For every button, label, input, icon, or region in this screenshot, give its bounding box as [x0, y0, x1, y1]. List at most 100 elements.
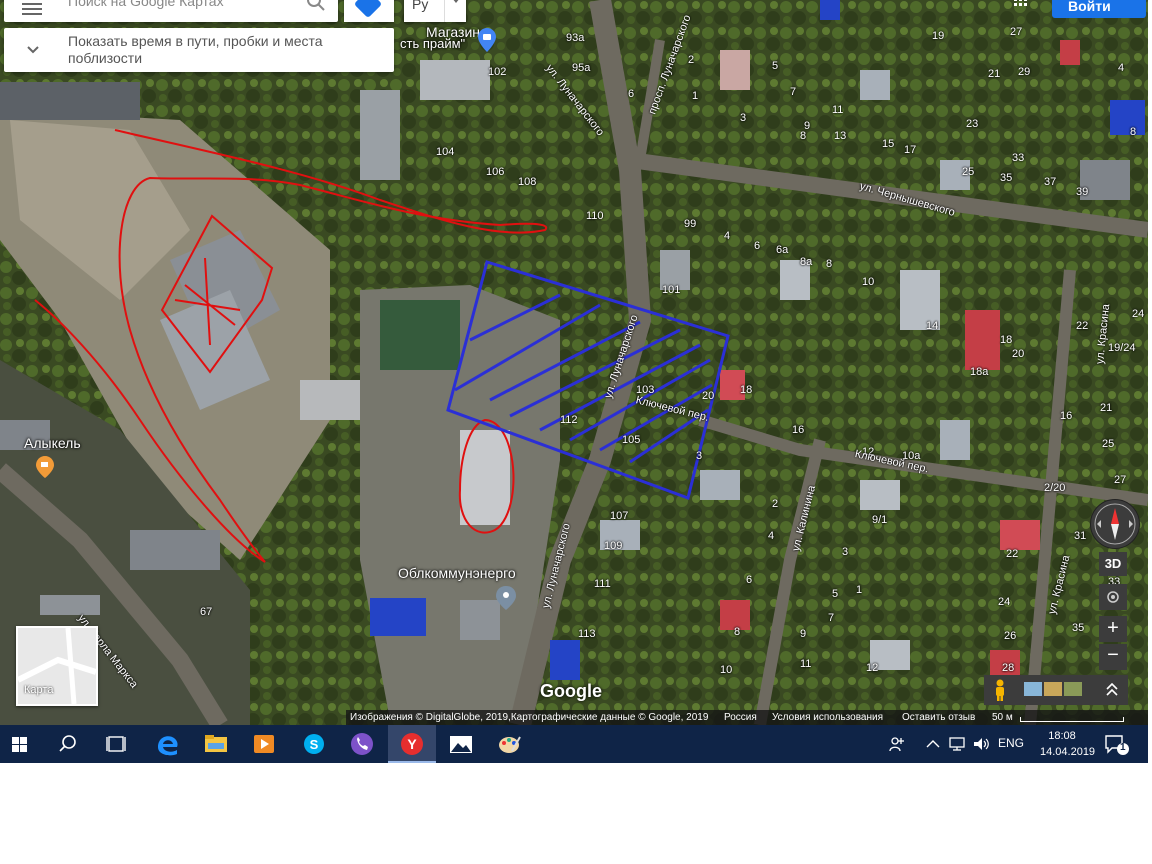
house-number: 24 — [1132, 308, 1145, 320]
zoom-in-button[interactable]: + — [1099, 616, 1127, 642]
taskbar-viber[interactable] — [340, 725, 384, 763]
house-number: 16 — [792, 424, 805, 436]
house-number: 4 — [724, 230, 731, 242]
house-number: 1 — [856, 584, 863, 596]
house-number: 9 — [804, 120, 811, 132]
zoom-out-button[interactable]: − — [1099, 644, 1127, 670]
my-location-button[interactable] — [1099, 584, 1127, 610]
house-number: 9/1 — [872, 514, 888, 526]
house-number: 102 — [488, 66, 507, 78]
house-number: 18 — [1000, 334, 1013, 346]
pegman-icon[interactable] — [990, 679, 1010, 701]
poi-oblkommunenergo[interactable]: Облкоммунэнерго — [398, 565, 516, 581]
taskbar-yandex-browser[interactable]: Y — [388, 725, 436, 763]
house-number: 7 — [828, 612, 835, 624]
house-number: 25 — [1102, 438, 1115, 450]
directions-button[interactable] — [344, 0, 394, 22]
country-link[interactable]: Россия — [724, 712, 757, 723]
search-box[interactable]: Поиск на Google Картах — [4, 0, 338, 22]
folder-icon — [205, 735, 227, 752]
taskbar-skype[interactable]: S — [292, 725, 336, 763]
clock[interactable]: 18:08 14.04.2019 — [1040, 728, 1095, 760]
house-number: 31 — [1074, 530, 1087, 542]
map-type-toggle[interactable]: Карта — [16, 626, 98, 706]
house-number: 101 — [662, 284, 681, 296]
house-number: 9 — [800, 628, 807, 640]
poi-alykel[interactable]: Алыкель — [24, 435, 81, 451]
house-number: 113 — [578, 628, 596, 640]
house-number: 20 — [1012, 348, 1025, 360]
taskbar-explorer[interactable] — [194, 725, 238, 763]
scale-label[interactable]: 50 м — [992, 712, 1013, 723]
house-number: 19 — [932, 30, 945, 42]
start-button[interactable] — [0, 725, 40, 763]
house-number: 24 — [998, 596, 1011, 608]
menu-icon[interactable] — [22, 0, 42, 18]
house-number: 110 — [586, 210, 604, 222]
house-number: 111 — [594, 578, 611, 590]
house-number: 4 — [1118, 62, 1125, 74]
house-number: 8а — [800, 256, 813, 268]
house-number: 26 — [1004, 630, 1017, 642]
office-pin-icon[interactable] — [496, 586, 516, 610]
satellite-map[interactable]: 93а 95а 102 104 106 108 110 6 1 2 3 5 7 8 9 11 13 15 17 19 2… — [0, 0, 1148, 725]
language-select[interactable]: Ру — [404, 0, 466, 22]
house-number: 28 — [1002, 662, 1015, 674]
imagery-bar — [984, 675, 1128, 705]
chevron-down-icon[interactable] — [26, 43, 40, 57]
search-icon — [59, 735, 76, 752]
google-logo: Google — [540, 681, 602, 701]
house-number: 93а — [566, 32, 585, 44]
imagery-thumbnail[interactable] — [1044, 682, 1062, 696]
search-icon[interactable] — [304, 0, 328, 14]
apps-grid-icon[interactable] — [1014, 0, 1028, 12]
taskbar-paint[interactable] — [488, 725, 532, 763]
taskbar-edge[interactable] — [146, 725, 190, 763]
house-number: 2/20 — [1044, 482, 1066, 494]
notification-center-button[interactable]: 1 — [1104, 734, 1130, 761]
edge-icon — [158, 736, 178, 756]
house-number: 27 — [1010, 26, 1023, 38]
search-button[interactable] — [48, 725, 88, 763]
people-icon[interactable] — [888, 735, 906, 753]
taskbar-media-player[interactable] — [242, 725, 286, 763]
house-number: 33 — [1012, 152, 1025, 164]
compass-icon[interactable] — [1090, 499, 1140, 549]
house-number: 109 — [604, 540, 623, 552]
sign-in-button[interactable]: Войти — [1052, 0, 1146, 18]
task-view-button[interactable] — [96, 725, 136, 763]
house-number: 20 — [702, 390, 715, 402]
house-number: 5 — [832, 588, 839, 600]
terms-link[interactable]: Условия использования — [772, 712, 883, 723]
house-number: 1 — [692, 90, 699, 102]
house-number: 8 — [826, 258, 833, 270]
imagery-thumbnail[interactable] — [1064, 682, 1082, 696]
cafe-pin-icon[interactable] — [36, 456, 54, 478]
house-number: 19/24 — [1108, 342, 1136, 354]
input-language[interactable]: ENG — [998, 736, 1024, 750]
house-number: 6 — [628, 88, 635, 100]
volume-icon[interactable] — [972, 736, 990, 752]
windows-taskbar: S Y ENG 18:08 14.04.2019 1 — [0, 725, 1148, 763]
house-number: 18а — [970, 366, 989, 378]
poi-shop[interactable]: Магазин сть прайм" — [400, 24, 480, 51]
search-input[interactable]: Поиск на Google Картах — [68, 0, 224, 9]
house-number: 21 — [1100, 402, 1113, 414]
house-number: 17 — [904, 144, 917, 156]
house-number: 37 — [1044, 176, 1057, 188]
directions-icon — [353, 0, 383, 19]
feedback-link[interactable]: Оставить отзыв — [902, 712, 975, 723]
chevron-up-icon[interactable] — [926, 739, 940, 749]
svg-text:S: S — [310, 737, 319, 752]
chevron-up-icon[interactable] — [1106, 683, 1118, 697]
house-number: 3 — [842, 546, 849, 558]
travel-info-banner[interactable]: Показать время в пути, пробки и места по… — [4, 28, 394, 72]
shop-pin-icon[interactable] — [478, 28, 496, 52]
toggle-3d-button[interactable]: 3D — [1099, 552, 1127, 576]
imagery-thumbnail[interactable] — [1024, 682, 1042, 696]
taskbar-photos[interactable] — [438, 725, 484, 763]
network-icon[interactable] — [948, 736, 966, 752]
svg-text:Y: Y — [407, 736, 417, 752]
paint-icon — [499, 736, 521, 753]
house-number: 12 — [866, 662, 879, 674]
